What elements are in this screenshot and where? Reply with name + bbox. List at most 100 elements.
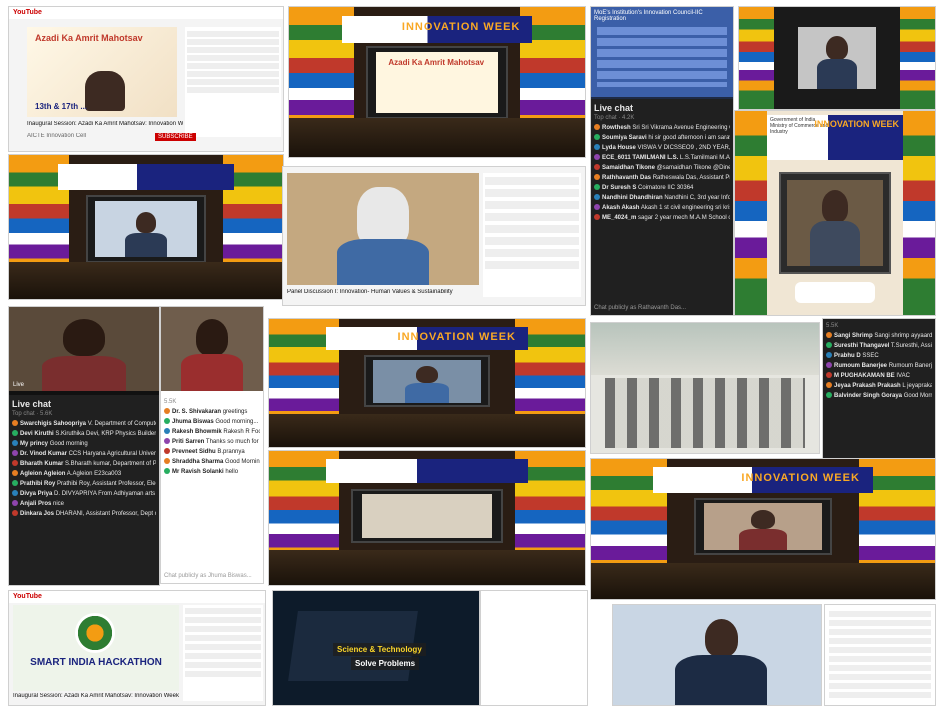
live-chat-panel [481,591,587,705]
chat-author: Bharath Kumar [20,461,64,467]
chat-text: Thanks so much for this Event [205,439,260,445]
week-title: INNOVATION WEEK [814,119,899,130]
tile-classroom [590,322,820,454]
speaker-head [704,619,738,657]
avatar [594,164,600,171]
tile-speaker-suit [612,604,822,706]
chat-author: Mr Ravish Solanki [172,469,224,475]
youtube-logo[interactable]: YouTube [9,591,265,603]
avatar [826,332,832,339]
chat-text: sagar 2 year mech M.A.M School of engine… [638,215,730,221]
chat-author: Suresthi Thangavel [834,343,890,349]
avatar [594,144,600,151]
live-badge: Live [13,382,25,388]
live-chat-panel: 5.5K Dr. S. Shivakaran greetings Jhuma Bi… [161,395,263,583]
side-chat [483,173,581,297]
chat-text: S.Bharath kumar, Department of Productio… [65,461,156,467]
tile-stage-right: INNOVATION WEEK [590,458,936,600]
avatar [594,124,600,131]
chat-text: DHARANI, Assistant Professor, Dept of Ec… [55,511,156,517]
chat-text: Good Morning to All Dr Balvinder Singh P… [903,393,932,399]
viewer-count: 5.5K [164,399,177,405]
chat-text: Good morning... dr sudhir chandra sur in… [215,419,260,425]
students [604,377,806,448]
tile-panel-discussion: Panel Discussion I: Innovation- Human Va… [282,166,586,306]
video-frame[interactable]: SMART INDIA HACKATHON [13,605,179,691]
avatar [164,428,170,435]
avatar [12,440,18,447]
chat-text: hi sir good afternoon i am saravaj from … [648,135,730,141]
chat-text: L jeyaprakash sas mam school of engineer… [902,383,932,389]
chat-author: Prevneet Sidhu [172,449,216,455]
chat-input[interactable]: Chat publicly as Rathavanth Das... [594,304,730,312]
avatar [164,408,170,415]
video-caption[interactable]: Panel Discussion I: Innovation- Human Va… [287,289,477,295]
chat-message: Dr. S. Shivakaran greetings [164,408,260,416]
avatar [594,214,600,221]
chat-text: L.S.Tamilmani M.A.M. school of engineeri… [679,155,730,161]
chat-text: @samaidhan Tikone @Dineshmanandaal [656,165,730,171]
chat-message: Nandhini Dhandhiran Nandhini C, 3rd year… [594,194,730,202]
chat-author: Dinkara Jos [20,511,55,517]
chat-input[interactable]: Chat publicly as Jhuma Biswas... [164,572,260,580]
speaker-body [675,655,767,705]
chat-text: Prathibi Roy, Assistant Professor, Elect… [57,481,156,487]
chat-text: nice [53,501,65,507]
chat-message: Anjali Pros nice [12,500,156,508]
avatar [12,500,18,507]
video-title[interactable]: Inaugural Session: Azadi Ka Amrit Mahots… [13,693,179,699]
avatar [12,430,18,437]
chat-text: CCS Haryana Agricultural University, His… [68,451,156,457]
top-chat-toggle[interactable]: Top chat [12,411,35,417]
video-title[interactable]: Inaugural Session: Azadi Ka Amrit Mahots… [27,121,183,127]
chat-text: Rakesh R Food Technology Paavai Engineer… [223,429,260,435]
iic-header: MoE's Institution's Innovation Council-I… [594,10,703,22]
week-title: INNOVATION WEEK [397,330,516,343]
chat-message: Bharath Kumar S.Bharath kumar, Departmen… [12,460,156,468]
video-frame[interactable] [161,307,263,391]
live-chat-panel [825,605,935,705]
avatar [164,448,170,455]
video-frame[interactable] [287,173,479,285]
tile-stage-azadi: INNOVATION WEEK Azadi Ka Amrit Mahotsav [288,6,586,158]
chat-message: Prabhu D SSEC [826,352,932,360]
hackathon-title: SMART INDIA HACKATHON [30,657,162,668]
chat-text: Nandhini C, 3rd year Information Technol… [664,195,730,201]
video-frame[interactable]: Live [9,307,159,391]
viewer-count: 5.6K [40,411,53,417]
chat-author: Priti Sarren [172,439,205,445]
chat-message: Swarchigis Sahoopriya V. Department of C… [12,420,156,428]
tile-chat-right: 5.5K Sangi Shrimp Sangi shrimp ayyaard U… [822,318,936,460]
chat-author: Prabhu D [834,353,861,359]
chat-message: Samaidhan Tikone @samaidhan Tikone @Dine… [594,164,730,172]
azadi-screen-text: Azadi Ka Amrit Mahotsav [388,58,485,68]
chat-text: B.prannya [217,449,245,455]
subscribe-button[interactable]: SUBSCRIBE [155,133,196,141]
avatar [164,468,170,475]
avatar [12,480,18,487]
chat-message: Balvinder Singh Goraya Good Morning to A… [826,392,932,400]
video-frame[interactable]: Azadi Ka Amrit Mahotsav 13th & 17th ... [27,27,177,117]
chat-message: Priti Sarren Thanks so much for this Eve… [164,438,260,446]
speaker-body [816,59,858,89]
avatar [164,418,170,425]
chat-message: M PUGHAKAMAN BE IVAC [826,372,932,380]
chat-message: Lyda House VISWA V DICSSEO9 , 2ND YEAR, … [594,144,730,152]
chat-text: greetings [222,409,248,415]
top-chat-toggle[interactable]: Top chat [594,115,617,121]
channel-name[interactable]: AICTE Innovation Cell [27,133,86,139]
live-chat-panel: Live chat Top chat · 4.2K Rowthesh Sri S… [591,99,733,315]
youtube-logo[interactable]: YouTube [9,7,283,19]
azadi-logo-text: Azadi Ka Amrit Mahotsav [35,33,143,43]
chat-author: Rathhavanth Das [602,175,652,181]
avatar [594,184,600,191]
chat-message: Suresthi Thangavel T.Suresthi, Assistant… [826,342,932,350]
avatar [594,194,600,201]
chat-message: My princy Good morning [12,440,156,448]
avatar [826,392,832,399]
tile-speaker-top-right [738,6,936,110]
chat-text: T.Suresthi, Assistant Professor, Departm… [890,343,932,349]
week-title: INNOVATION WEEK [741,471,860,484]
chat-message: Dr. Vinod Kumar CCS Haryana Agricultural… [12,450,156,458]
chat-author: Jeyaa Prakash Prakash [834,383,901,389]
